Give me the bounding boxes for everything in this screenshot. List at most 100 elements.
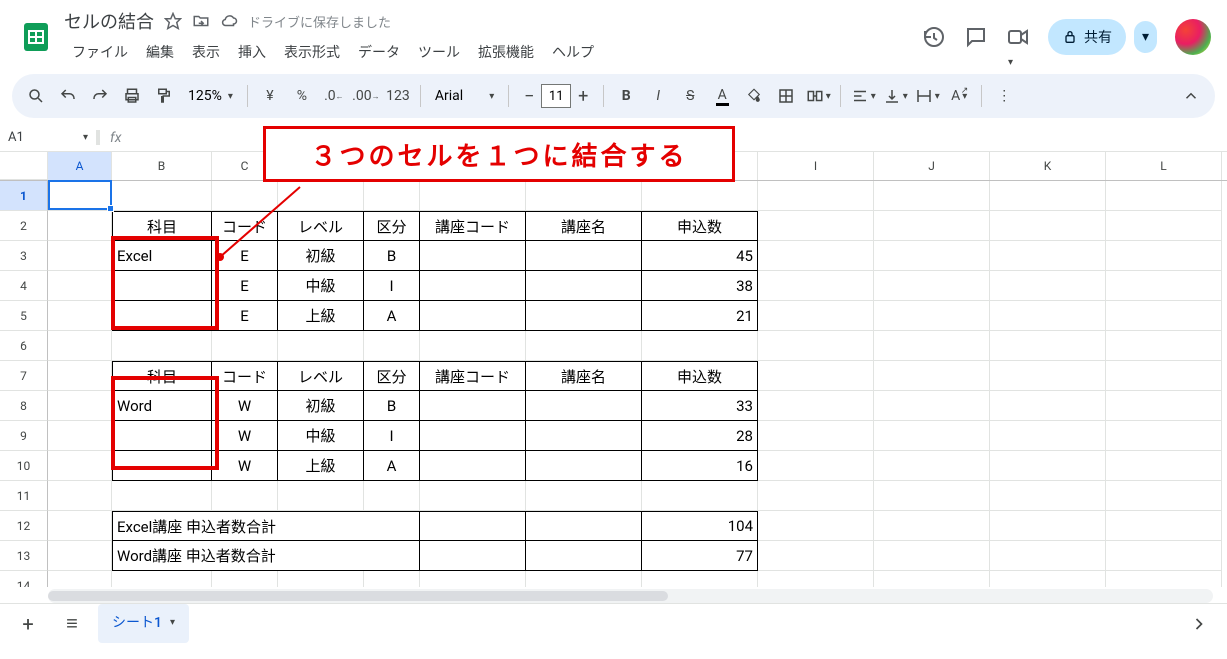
cell[interactable]: 45	[642, 241, 758, 271]
cell[interactable]: W	[212, 421, 278, 451]
text-rotation-button[interactable]: A↗▾	[945, 81, 973, 111]
row-header-6[interactable]: 6	[0, 331, 48, 361]
cell[interactable]	[642, 571, 758, 587]
cell[interactable]	[990, 211, 1106, 241]
menu-extensions[interactable]: 拡張機能	[470, 38, 542, 66]
col-header-L[interactable]: L	[1106, 152, 1222, 180]
sheet-tab-1[interactable]: シート1▾	[98, 604, 189, 643]
cell[interactable]	[526, 511, 642, 541]
cell[interactable]: 科目	[112, 361, 212, 391]
redo-button[interactable]	[86, 81, 114, 111]
cell[interactable]	[758, 451, 874, 481]
cell-excel-label[interactable]: Excel	[112, 241, 212, 271]
cell[interactable]	[758, 301, 874, 331]
cell[interactable]	[364, 571, 420, 587]
explore-button[interactable]	[1181, 606, 1217, 642]
row-header-13[interactable]: 13	[0, 541, 48, 571]
font-size-increase[interactable]: +	[571, 84, 595, 108]
cell[interactable]	[278, 181, 364, 211]
cell-word-label[interactable]: Word	[112, 391, 212, 421]
menu-tools[interactable]: ツール	[410, 38, 468, 66]
cell[interactable]	[526, 421, 642, 451]
cell[interactable]	[758, 181, 874, 211]
cell[interactable]: 区分	[364, 361, 420, 391]
cell[interactable]	[112, 331, 212, 361]
cell[interactable]	[990, 451, 1106, 481]
cell[interactable]	[48, 361, 112, 391]
cell[interactable]	[758, 331, 874, 361]
cell[interactable]: E	[212, 241, 278, 271]
collapse-toolbar-button[interactable]	[1177, 81, 1205, 111]
cell[interactable]: B	[364, 391, 420, 421]
font-size-decrease[interactable]: −	[517, 84, 541, 108]
cell[interactable]	[874, 331, 990, 361]
cell[interactable]	[758, 571, 874, 587]
cell[interactable]: 上級	[278, 451, 364, 481]
cell[interactable]	[874, 421, 990, 451]
cell[interactable]	[990, 241, 1106, 271]
cell[interactable]	[48, 331, 112, 361]
cell[interactable]	[1106, 481, 1222, 511]
more-toolbar-button[interactable]: ⋮	[990, 81, 1018, 111]
cell[interactable]	[874, 181, 990, 211]
name-box[interactable]: A1▾	[0, 130, 100, 145]
cell-code[interactable]: コード	[212, 211, 278, 241]
cell[interactable]	[758, 241, 874, 271]
cell-word-total[interactable]: 77	[642, 541, 758, 571]
comments-icon[interactable]	[964, 25, 988, 49]
cell[interactable]	[48, 271, 112, 301]
cell[interactable]	[990, 391, 1106, 421]
cell[interactable]: コード	[212, 361, 278, 391]
cell[interactable]	[874, 361, 990, 391]
cell[interactable]	[990, 331, 1106, 361]
cell[interactable]	[990, 481, 1106, 511]
move-icon[interactable]	[192, 12, 210, 30]
italic-button[interactable]: I	[644, 81, 672, 111]
increase-decimal-button[interactable]: .00→	[352, 81, 380, 111]
cell[interactable]: W	[212, 391, 278, 421]
row-header-12[interactable]: 12	[0, 511, 48, 541]
undo-button[interactable]	[54, 81, 82, 111]
cell-word-total-label[interactable]: Word講座 申込者数合計	[112, 541, 420, 571]
cell[interactable]	[420, 241, 526, 271]
cell[interactable]: 38	[642, 271, 758, 301]
cell-A1[interactable]	[48, 181, 112, 211]
col-header-B[interactable]: B	[112, 152, 212, 180]
cell[interactable]: B	[364, 241, 420, 271]
text-wrap-button[interactable]: ▾	[913, 81, 941, 111]
cell[interactable]	[990, 361, 1106, 391]
row-header-4[interactable]: 4	[0, 271, 48, 301]
star-icon[interactable]	[164, 12, 182, 30]
percent-button[interactable]: %	[288, 81, 316, 111]
cell[interactable]	[1106, 271, 1222, 301]
cell[interactable]	[48, 391, 112, 421]
cell-level[interactable]: レベル	[278, 211, 364, 241]
cell[interactable]	[420, 271, 526, 301]
share-caret[interactable]: ▾	[1134, 21, 1157, 53]
cell-cat[interactable]: 区分	[364, 211, 420, 241]
cell[interactable]	[112, 301, 212, 331]
cell[interactable]	[112, 271, 212, 301]
cell[interactable]	[642, 181, 758, 211]
cell-cname[interactable]: 講座名	[526, 211, 642, 241]
cell[interactable]	[874, 451, 990, 481]
scrollbar-thumb[interactable]	[48, 591, 668, 601]
cell[interactable]	[420, 541, 526, 571]
cell-subject[interactable]: 科目	[112, 211, 212, 241]
cell[interactable]: I	[364, 271, 420, 301]
cell[interactable]	[48, 241, 112, 271]
cell[interactable]	[364, 481, 420, 511]
cell[interactable]	[48, 541, 112, 571]
cell[interactable]: 講座コード	[420, 361, 526, 391]
add-sheet-button[interactable]: +	[10, 606, 46, 642]
cell[interactable]: E	[212, 301, 278, 331]
cell[interactable]	[642, 331, 758, 361]
row-header-14[interactable]: 14	[0, 571, 48, 587]
merge-cells-button[interactable]: ▾	[804, 81, 832, 111]
cell[interactable]	[990, 301, 1106, 331]
cell[interactable]	[420, 421, 526, 451]
share-button[interactable]: 共有	[1048, 19, 1126, 55]
cell[interactable]	[420, 571, 526, 587]
col-header-A[interactable]: A	[48, 152, 112, 180]
history-icon[interactable]	[922, 25, 946, 49]
